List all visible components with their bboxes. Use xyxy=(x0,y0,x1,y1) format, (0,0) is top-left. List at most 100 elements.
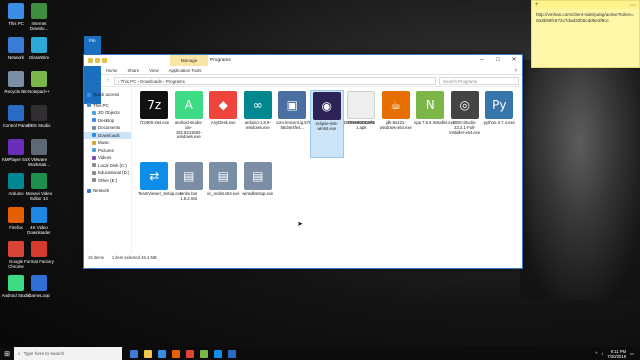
sidebar-item-label: Pictures xyxy=(98,147,114,153)
file-item[interactable]: 7z 7z1900-x64.exe xyxy=(137,90,172,158)
forward-button[interactable]: → xyxy=(96,78,102,84)
sidebar-item-icon xyxy=(92,110,96,115)
sidebar-item[interactable]: Local Disk (C:) xyxy=(84,162,131,170)
file-item[interactable]: ▤ vc_redist.x64.exe xyxy=(206,161,241,229)
sidebar-item-icon xyxy=(92,163,96,168)
pubg-icon: ▣ xyxy=(278,91,307,119)
sidebar-item-icon xyxy=(87,103,91,108)
taskbar-search[interactable]: ⌕ Type here to search xyxy=(14,347,122,360)
sidebar-item[interactable]: Music xyxy=(84,139,131,147)
file-item[interactable]: ▤ Unitu bar 1.8.2.msi xyxy=(172,161,207,229)
sidebar-item[interactable]: 3D Objects xyxy=(84,109,131,117)
pinned-app-icon[interactable] xyxy=(186,349,194,358)
desktop-icon-label: Movavi Video Editor 14 xyxy=(25,191,53,201)
file-item[interactable]: Nnpp.7.6.6.Installer.exe xyxy=(413,90,455,158)
file-item[interactable]: F0364D0C0A4 1.apk xyxy=(344,90,379,158)
7zip-icon: 7z xyxy=(140,91,169,119)
file-item[interactable]: ☕ jdk-8u221-windows-x64.exe xyxy=(379,90,414,158)
pinned-app-icon[interactable] xyxy=(228,349,236,358)
pinned-app-icon[interactable] xyxy=(172,349,180,358)
up-button[interactable]: ↑ xyxy=(105,78,111,84)
pinned-app-icon[interactable] xyxy=(200,349,208,358)
file-item[interactable]: Py python-3.7.4.exe xyxy=(482,90,517,158)
notification-icon[interactable]: ^ xyxy=(595,351,597,356)
sidebar-item[interactable]: Videos xyxy=(84,154,131,162)
manage-tab[interactable]: Manage xyxy=(170,55,208,66)
file-item[interactable]: Aandroid-studio-ide-192.6241682-windows.… xyxy=(172,90,207,158)
arduino-icon: ∞ xyxy=(243,91,272,119)
desktop-icon[interactable]: Format Factory xyxy=(24,241,54,264)
file-item[interactable]: ◉ eclipse-inst-win64.exe xyxy=(309,90,344,158)
sidebar-item[interactable]: Educational (D:) xyxy=(84,169,131,177)
desktop-icon[interactable]: GlassWire xyxy=(24,37,54,60)
control-panel-icon xyxy=(8,105,24,121)
action-center-icon[interactable]: ▭ xyxy=(630,351,634,356)
volume-icon[interactable]: ♪ xyxy=(601,351,603,356)
sticky-menu-button[interactable]: ⋯ xyxy=(630,2,636,9)
close-button[interactable]: ✕ xyxy=(506,55,522,66)
kmplayer-icon xyxy=(8,139,24,155)
pinned-app-icon[interactable] xyxy=(130,349,138,358)
start-button[interactable]: ⊞ xyxy=(0,350,14,358)
file-item[interactable]: ◆ AnyDesk.exe xyxy=(206,90,241,158)
desktop-icon[interactable]: Internet Downlo... xyxy=(24,3,54,31)
file-item[interactable]: ◎ OBS-Studio-23.2.1-Full-Installer-x64.ex… xyxy=(448,90,483,158)
desktop-icon-label: Internet Downlo... xyxy=(29,21,49,31)
search-input[interactable]: Search Programs xyxy=(439,76,519,85)
desktop-icon-label: GlassWire xyxy=(28,55,50,60)
help-icon[interactable]: ? xyxy=(510,66,522,75)
status-bar: 15 items 1 item selected 46.4 MB xyxy=(84,254,522,262)
folder-icon[interactable] xyxy=(88,58,93,63)
file-item[interactable]: ▣com.tencent.ig.57091f3d5a8f0b4f4232869e… xyxy=(275,90,374,158)
new-folder-icon[interactable] xyxy=(102,58,107,63)
clock[interactable]: 9:11 PM 7/30/2019 xyxy=(607,349,626,359)
ribbon-tab[interactable]: Share xyxy=(122,66,144,75)
sidebar-item[interactable]: Other (E:) xyxy=(84,177,131,185)
address-bar: ← → ↑ › This PC › Downloads › Programs S… xyxy=(84,75,522,87)
desktop-icon[interactable]: Movavi Video Editor 14 xyxy=(24,173,54,201)
properties-icon[interactable] xyxy=(95,58,100,63)
desktop-icon[interactable]: OBS Studio xyxy=(24,105,54,128)
obs-icon xyxy=(31,105,47,121)
sidebar-item[interactable]: Desktop xyxy=(84,117,131,125)
sidebar-item-label: Quick access xyxy=(93,92,120,97)
sidebar-item-label: Downloads xyxy=(98,132,120,138)
sidebar-item-label: Local Disk (C:) xyxy=(98,162,127,168)
file-item-label: OBS-Studio-23.2.1-Full-Installer-x64.exe xyxy=(449,120,481,135)
taskbar: ⊞ ⌕ Type here to search ^ ♪ 9:11 PM 7/30… xyxy=(0,347,640,360)
desktop-icon[interactable]: 4K Video Downloader xyxy=(24,207,54,235)
desktop-icon[interactable]: VMware Workstati... xyxy=(24,139,54,167)
sidebar-item[interactable]: Quick access xyxy=(84,91,131,99)
obs-icon: ◎ xyxy=(450,91,479,119)
desktop-icon[interactable]: GameLoop xyxy=(24,275,54,298)
desktop-icon[interactable]: Notepad++ xyxy=(24,71,54,94)
sidebar-item[interactable]: Downloads xyxy=(84,131,131,139)
file-item[interactable]: ∞ arduino-1.8.9-windows.exe xyxy=(241,90,276,158)
sidebar-item[interactable]: Pictures xyxy=(84,147,131,155)
file-item-label: android-studio-ide-192.6241682-windows.e… xyxy=(174,120,203,140)
back-button[interactable]: ← xyxy=(87,78,93,84)
sidebar-item[interactable]: Network xyxy=(84,187,131,195)
ribbon-tab[interactable]: View xyxy=(144,66,163,75)
installer-icon: ▤ xyxy=(243,162,272,190)
sidebar-item-icon xyxy=(92,133,96,138)
pinned-app-icon[interactable] xyxy=(214,349,222,358)
desktop-icon-label: Format Factory xyxy=(24,259,54,264)
navigation-pane: Quick access This PC 3D Objects Desktop Docu… xyxy=(84,87,132,254)
sticky-note-text[interactable]: http://vmhas.com/client-side/pubg/active… xyxy=(532,9,639,27)
path-field[interactable]: › This PC › Downloads › Programs xyxy=(114,76,436,85)
sticky-add-button[interactable]: + xyxy=(535,2,539,8)
file-item[interactable]: ▤ winsdksetup.exe xyxy=(241,161,276,229)
sticky-note[interactable]: + ⋯ http://vmhas.com/client-side/pubg/ac… xyxy=(531,0,640,68)
sidebar-item[interactable]: Documents xyxy=(84,124,131,132)
pinned-app-icon[interactable] xyxy=(158,349,166,358)
format-factory-icon xyxy=(31,241,47,257)
quick-access-toolbar[interactable] xyxy=(84,58,107,63)
ribbon-tab[interactable]: Application Tools xyxy=(164,66,207,75)
minimize-button[interactable]: – xyxy=(474,55,490,66)
pinned-app-icon[interactable] xyxy=(144,349,152,358)
ribbon-tab[interactable]: Home xyxy=(101,66,123,75)
sidebar-item[interactable]: This PC xyxy=(84,102,131,110)
file-item[interactable]: ⇄ TeamViewer_Setup.exe xyxy=(137,161,182,229)
maximize-button[interactable]: □ xyxy=(490,55,506,66)
